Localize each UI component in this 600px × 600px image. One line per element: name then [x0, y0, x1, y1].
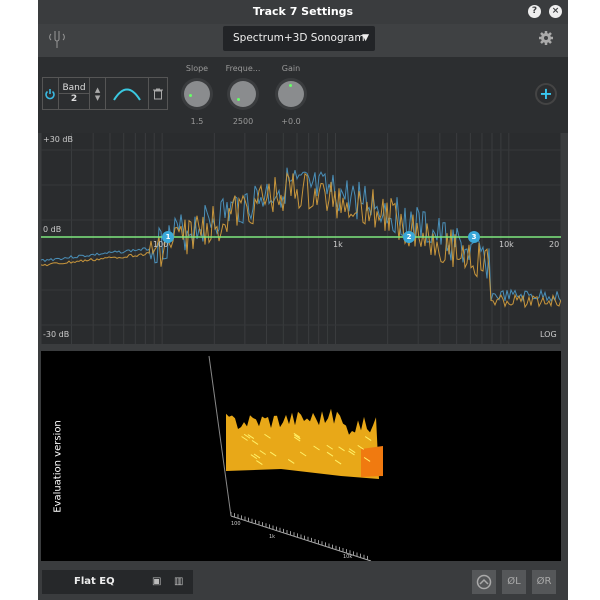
- band-controls: Band 2 ▲ ▼ Slope 1.5 Freque... 2500 Gain …: [38, 57, 568, 133]
- band-label: Band: [58, 83, 90, 94]
- gear-icon[interactable]: [538, 30, 554, 46]
- window-title: Track 7 Settings: [252, 5, 354, 18]
- frequency-value: 2500: [232, 117, 254, 126]
- title-bar: Track 7 Settings ? ×: [38, 0, 568, 24]
- help-icon[interactable]: ?: [528, 5, 541, 18]
- preset-box[interactable]: Flat EQ ▣ ▥: [42, 570, 193, 594]
- band-selector: Band 2 ▲ ▼: [42, 77, 168, 110]
- gain-value: +0.0: [281, 117, 301, 126]
- spectrum-trace-a: [40, 167, 562, 303]
- phase-icon: [476, 574, 492, 590]
- sonogram-surface: [226, 408, 379, 479]
- tuning-fork-icon[interactable]: [46, 28, 68, 50]
- view-select[interactable]: Spectrum+3D Sonogram ▼: [223, 26, 375, 51]
- chevron-down-icon: ▼: [362, 33, 369, 43]
- bell-curve-icon: [113, 88, 141, 101]
- trash-icon[interactable]: ▥: [174, 570, 183, 594]
- close-icon[interactable]: ×: [549, 5, 562, 18]
- frequency-knob[interactable]: [230, 81, 256, 107]
- band-value[interactable]: 2: [71, 94, 77, 104]
- spectrum-trace-b: [40, 171, 562, 309]
- gain-knob[interactable]: [278, 81, 304, 107]
- toolbar: Spectrum+3D Sonogram ▼: [38, 24, 568, 57]
- band-marker-2[interactable]: 2: [403, 231, 415, 243]
- slope-knob[interactable]: [184, 81, 210, 107]
- phase-left-button[interactable]: ØL: [502, 570, 526, 594]
- power-icon[interactable]: [43, 78, 59, 109]
- sono-axis-100: 100: [231, 521, 241, 527]
- plus-icon[interactable]: +: [537, 85, 555, 103]
- bottom-bar: Flat EQ ▣ ▥ ØL ØR: [38, 562, 568, 600]
- db-bottom-label: -30 dB: [43, 330, 70, 339]
- eq-window: Track 7 Settings ? × Spectrum+3D Sonogra…: [38, 0, 568, 600]
- preset-name: Flat EQ: [74, 576, 115, 587]
- gain-label: Gain: [281, 64, 301, 73]
- view-select-value: Spectrum+3D Sonogram: [233, 32, 365, 44]
- phase-invert-button[interactable]: [472, 570, 496, 594]
- sonogram-surface-edge: [361, 446, 383, 477]
- band-up-button[interactable]: ▲: [95, 86, 100, 94]
- scale-label[interactable]: LOG: [540, 330, 557, 339]
- freq-label-20k: 20: [549, 240, 560, 249]
- filter-shape-button[interactable]: [106, 78, 150, 109]
- watermark: Evaluation version: [52, 420, 64, 513]
- slope-label: Slope: [185, 64, 209, 73]
- floppy-icon[interactable]: ▣: [152, 570, 161, 594]
- sonogram-3d[interactable]: Evaluation version 100 1k 10k: [41, 351, 561, 562]
- phase-right-button[interactable]: ØR: [532, 570, 556, 594]
- band-marker-1[interactable]: 1: [162, 231, 174, 243]
- sono-axis-10k: 10k: [343, 554, 353, 560]
- db-mid-label: 0 dB: [43, 225, 62, 234]
- frequency-label: Freque...: [225, 64, 261, 73]
- sono-axis-1k: 1k: [269, 534, 276, 540]
- db-top-label: +30 dB: [43, 135, 73, 144]
- trash-icon[interactable]: [149, 78, 167, 109]
- spectrum-graph[interactable]: +30 dB 0 dB -30 dB 100 1k 10k 20 LOG 1 2…: [40, 133, 562, 344]
- freq-label-10k: 10k: [499, 240, 514, 249]
- band-marker-3[interactable]: 3: [468, 231, 480, 243]
- band-down-button[interactable]: ▼: [95, 94, 100, 102]
- freq-label-1k: 1k: [333, 240, 343, 249]
- slope-value: 1.5: [190, 117, 204, 126]
